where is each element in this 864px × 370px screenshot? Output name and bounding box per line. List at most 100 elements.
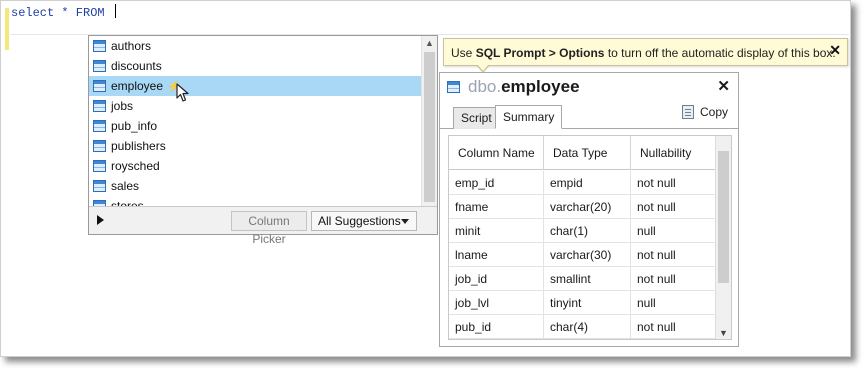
grid-scrollbar[interactable]: ▼ <box>715 136 731 339</box>
cell-nullability: not null <box>637 176 676 190</box>
tooltip-text: Use SQL Prompt > Options to turn off the… <box>451 46 836 60</box>
suggestion-label: employee <box>111 79 164 93</box>
chevron-down-icon <box>401 219 409 224</box>
cell-column-name: job_lvl <box>449 291 544 315</box>
table-row[interactable]: job_lvl tinyint null <box>449 291 717 315</box>
suggestion-label: discounts <box>111 59 162 73</box>
schema-name: dbo. <box>468 77 502 96</box>
table-icon <box>93 140 106 152</box>
sql-editor-text[interactable]: select * FROM <box>11 4 116 20</box>
cell-data-type: varchar(20) <box>544 195 631 219</box>
table-name: employee <box>501 77 580 96</box>
table-row[interactable]: job_id smallint not null <box>449 267 717 291</box>
table-row[interactable]: minit char(1) null <box>449 219 717 243</box>
suggestion-scrollbar[interactable]: ▲ <box>421 36 437 206</box>
table-icon <box>93 180 106 192</box>
suggestion-filter-value: All Suggestions <box>318 214 401 228</box>
expand-arrow-icon[interactable] <box>97 215 104 225</box>
scrollbar-thumb[interactable] <box>424 52 435 202</box>
tooltip-close-icon[interactable]: ✕ <box>829 42 841 59</box>
table-summary-panel: dbo.employee ✕ Script Summary Copy Colum… <box>439 72 739 347</box>
table-row[interactable]: emp_id empid not null <box>449 171 717 195</box>
copy-label: Copy <box>699 105 728 119</box>
panel-header: dbo.employee ✕ <box>440 73 738 101</box>
tab-summary[interactable]: Summary <box>495 105 563 129</box>
cell-data-type: smallint <box>544 267 631 291</box>
mouse-cursor-icon <box>176 83 189 102</box>
suggestion-item[interactable]: stores <box>89 196 421 206</box>
suggestion-item[interactable]: discounts <box>89 56 421 76</box>
suggestion-filter-dropdown[interactable]: All Suggestions <box>311 211 417 231</box>
table-icon <box>93 60 106 72</box>
options-tooltip: Use SQL Prompt > Options to turn off the… <box>443 38 848 66</box>
cell-data-type: tinyint <box>544 291 631 315</box>
tab-script[interactable]: Script <box>453 107 500 129</box>
tooltip-pointer-fill <box>477 64 489 71</box>
cell-nullability: not null <box>637 200 676 214</box>
table-icon <box>93 160 106 172</box>
suggestion-footer: Column Picker All Suggestions <box>89 206 437 246</box>
header-data-type[interactable]: Data Type <box>544 136 631 170</box>
suggestion-item[interactable]: roysched <box>89 156 421 176</box>
suggestion-list: authors discounts employee ⚡ jobs pub_infopub… <box>89 36 421 206</box>
tooltip-prefix: Use <box>451 46 476 60</box>
suggestion-label: stores <box>111 199 144 206</box>
query-text: select * FROM <box>11 6 112 20</box>
scroll-down-icon[interactable]: ▼ <box>716 328 731 338</box>
suggestion-item[interactable]: pub_info <box>89 116 421 136</box>
copy-icon <box>681 105 694 119</box>
cell-nullability: not null <box>637 320 676 334</box>
suggestion-label: sales <box>111 179 140 193</box>
suggestion-label: pub_info <box>111 119 158 133</box>
panel-close-icon[interactable]: ✕ <box>717 77 730 95</box>
suggestion-label: roysched <box>111 159 160 173</box>
cell-column-name: fname <box>449 195 544 219</box>
suggestion-item[interactable]: sales <box>89 176 421 196</box>
suggestion-label: jobs <box>111 99 134 113</box>
editor-line[interactable] <box>11 15 849 35</box>
tooltip-menu-path: SQL Prompt > Options <box>475 46 605 60</box>
copy-button[interactable]: Copy <box>681 105 728 119</box>
change-marker-gutter <box>5 8 9 50</box>
suggestion-label: publishers <box>111 139 166 153</box>
columns-grid: Column Name Data Type Nullability emp_id… <box>448 135 732 340</box>
table-icon <box>93 120 106 132</box>
suggestion-item[interactable]: jobs <box>89 96 421 116</box>
suggestion-label: authors <box>111 39 152 53</box>
header-column-name[interactable]: Column Name <box>449 136 544 170</box>
table-icon <box>93 40 106 52</box>
suggestion-list-popup: authors discounts employee ⚡ jobs pub_infopub… <box>88 35 438 246</box>
column-picker-button[interactable]: Column Picker <box>231 211 307 246</box>
cell-column-name: pub_id <box>449 315 544 339</box>
grid-header: Column Name Data Type Nullability <box>449 136 717 170</box>
cell-nullability: not null <box>637 248 676 262</box>
cell-data-type: char(1) <box>544 219 631 243</box>
cell-column-name: emp_id <box>449 171 544 195</box>
application-window: select * FROM authors discounts employee ⚡ j… <box>0 0 851 357</box>
cell-nullability: not null <box>637 272 676 286</box>
suggestion-item[interactable]: employee ⚡ <box>89 76 421 96</box>
panel-tabs: Script Summary Copy <box>440 101 738 129</box>
panel-title: dbo.employee <box>468 77 580 97</box>
cell-column-name: job_id <box>449 267 544 291</box>
suggestion-item[interactable]: publishers <box>89 136 421 156</box>
scroll-up-icon[interactable]: ▲ <box>422 38 437 48</box>
table-row[interactable]: pub_id char(4) not null <box>449 315 717 339</box>
table-icon <box>93 100 106 112</box>
cell-column-name: minit <box>449 219 544 243</box>
suggestion-item[interactable]: authors <box>89 36 421 56</box>
header-nullability[interactable]: Nullability <box>631 136 717 170</box>
text-caret <box>114 4 116 18</box>
cell-nullability: null <box>637 224 656 238</box>
table-row[interactable]: lname varchar(30) not null <box>449 243 717 267</box>
table-icon <box>93 80 106 92</box>
cell-column-name: lname <box>449 243 544 267</box>
cell-data-type: varchar(30) <box>544 243 631 267</box>
cell-data-type: char(4) <box>544 315 631 339</box>
cell-nullability: null <box>637 296 656 310</box>
table-icon <box>447 81 460 93</box>
cell-data-type: empid <box>544 171 631 195</box>
tooltip-suffix: to turn off the automatic display of thi… <box>604 46 836 60</box>
table-row[interactable]: fname varchar(20) not null <box>449 195 717 219</box>
scrollbar-thumb[interactable] <box>718 151 729 283</box>
